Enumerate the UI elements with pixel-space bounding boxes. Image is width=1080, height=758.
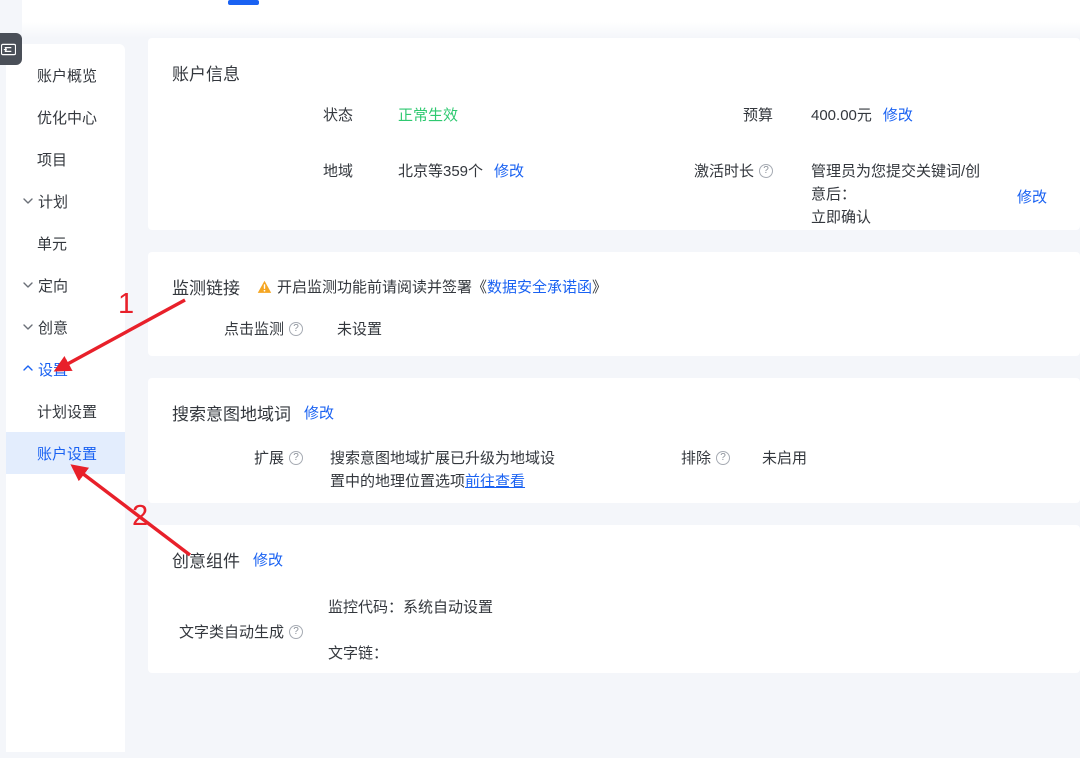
sidebar-item-9[interactable]: 账户设置	[6, 432, 125, 474]
sidebar-item-label: 项目	[37, 151, 68, 169]
main-content: 账户信息 状态 正常生效 预算 400.00元 修改 地域 北京等359个 修改	[125, 38, 1080, 758]
monitor-warning: 开启监测功能前请阅读并签署《 数据安全承诺函》	[257, 276, 607, 297]
sidebar-item-1[interactable]: 优化中心	[6, 96, 125, 138]
text-link-text: 文字链：	[328, 645, 389, 662]
card-creative-component: 创意组件 修改 文字类自动生成 ? 监控代码：系统自动设置 文字链：	[148, 525, 1080, 673]
monitor-title: 监测链接	[172, 279, 240, 298]
sidebar-item-2[interactable]: 项目	[6, 138, 125, 180]
sidebar-item-3[interactable]: 计划	[6, 180, 125, 222]
click-monitor-label-wrap: 点击监测 ?	[148, 318, 303, 339]
status-value: 正常生效	[398, 107, 459, 124]
expand-value-line2-wrap: 置中的地理位置选项前往查看	[330, 470, 615, 493]
monitor-title-row: 监测链接 开启监测功能前请阅读并签署《 数据安全承诺函》	[148, 252, 1080, 299]
expand-label: 扩展	[253, 450, 284, 467]
sidebar-collapse-glyph	[1, 43, 16, 55]
help-icon[interactable]: ?	[759, 163, 773, 178]
warning-icon	[257, 280, 272, 294]
chevron-down-icon[interactable]	[20, 319, 36, 335]
row-auto-text: 文字类自动生成 ? 监控代码：系统自动设置 文字链：	[148, 596, 1080, 665]
row-expand-exclude: 扩展 ? 搜索意图地域扩展已升级为地域设 置中的地理位置选项前往查看 排除 ? …	[148, 447, 1080, 493]
data-security-letter-link[interactable]: 数据安全承诺函	[487, 276, 592, 297]
creative-title: 创意组件	[172, 552, 240, 571]
status-label: 状态	[322, 107, 353, 124]
activation-value-line2: 立即确认	[811, 209, 872, 226]
sidebar-item-4[interactable]: 单元	[6, 222, 125, 264]
activation-value-wrap: 管理员为您提交关键词/创意后： 立即确认 修改	[811, 160, 1047, 229]
help-icon[interactable]: ?	[289, 624, 303, 639]
activation-value-line1: 管理员为您提交关键词/创意后：	[811, 163, 981, 203]
exclude-label-wrap: 排除 ?	[615, 447, 730, 468]
account-info-title-row: 账户信息	[148, 38, 1080, 85]
sidebar-item-label: 定向	[38, 277, 69, 295]
bottom-strip	[0, 752, 1080, 758]
sidebar-item-label: 优化中心	[37, 109, 98, 127]
exclude-label: 排除	[680, 450, 711, 467]
exclude-value: 未启用	[762, 450, 808, 467]
auto-text-label-wrap: 文字类自动生成 ?	[148, 596, 303, 642]
chevron-down-icon[interactable]	[20, 193, 36, 209]
auto-text-label: 文字类自动生成	[178, 624, 284, 641]
budget-label: 预算	[742, 107, 773, 124]
budget-value: 400.00元	[811, 107, 872, 124]
sidebar-item-label: 设置	[38, 361, 69, 379]
chevron-up-icon[interactable]	[20, 361, 36, 377]
go-view-link[interactable]: 前往查看	[465, 473, 525, 490]
page-title: 账户信息	[172, 65, 240, 84]
monitor-warning-suffix: 》	[592, 279, 608, 296]
app-root: 账户概览优化中心项目计划单元定向创意设置计划设置账户设置 账户信息 状态 正常生…	[0, 0, 1080, 758]
sidebar-item-label: 账户概览	[37, 67, 98, 85]
sidebar-item-8[interactable]: 计划设置	[6, 390, 125, 432]
help-icon[interactable]: ?	[716, 450, 730, 465]
sidebar-item-label: 创意	[38, 319, 69, 337]
monitor-warning-prefix: 开启监测功能前请阅读并签署《	[277, 279, 488, 296]
card-monitor-link: 监测链接 开启监测功能前请阅读并签署《 数据安全承诺函》 点击监测 ? 未设置	[148, 252, 1080, 356]
sidebar-item-7[interactable]: 设置	[6, 348, 125, 390]
expand-value-line2: 置中的地理位置选项	[330, 473, 466, 490]
sidebar-item-label: 单元	[37, 235, 68, 253]
budget-value-wrap: 400.00元 修改	[811, 104, 913, 127]
card-account-info: 账户信息 状态 正常生效 预算 400.00元 修改 地域 北京等359个 修改	[148, 38, 1080, 230]
help-icon[interactable]: ?	[289, 450, 303, 465]
search-intent-title: 搜索意图地域词	[172, 405, 291, 424]
region-edit-link[interactable]: 修改	[494, 160, 524, 181]
sidebar-item-5[interactable]: 定向	[6, 264, 125, 306]
sidebar-item-label: 计划设置	[37, 403, 98, 421]
creative-edit-link[interactable]: 修改	[253, 549, 283, 570]
sidebar-item-label: 计划	[38, 193, 69, 211]
row-click-monitor: 点击监测 ? 未设置	[148, 318, 1080, 341]
row-status-budget: 状态 正常生效 预算 400.00元 修改	[148, 104, 1080, 127]
creative-title-row: 创意组件 修改	[148, 525, 1080, 572]
monitor-code-text: 监控代码：系统自动设置	[328, 599, 494, 616]
top-bar	[0, 0, 1080, 22]
card-search-intent: 搜索意图地域词 修改 扩展 ? 搜索意图地域扩展已升级为地域设 置中的地理位置选…	[148, 378, 1080, 503]
sidebar: 账户概览优化中心项目计划单元定向创意设置计划设置账户设置	[6, 44, 125, 752]
activation-label-wrap: 激活时长 ?	[668, 160, 773, 181]
warning-triangle-glyph	[257, 280, 272, 293]
region-value-wrap: 北京等359个 修改	[398, 160, 668, 183]
region-label: 地域	[322, 163, 353, 180]
expand-value: 搜索意图地域扩展已升级为地域设 置中的地理位置选项前往查看	[330, 447, 615, 493]
search-intent-title-row: 搜索意图地域词 修改	[148, 378, 1080, 425]
active-tab-indicator[interactable]	[228, 0, 259, 5]
sidebar-item-6[interactable]: 创意	[6, 306, 125, 348]
top-bar-left-gap	[0, 0, 22, 22]
row-region-activation: 地域 北京等359个 修改 激活时长 ? 管理员为您提交关键词/创意后： 立即确…	[148, 160, 1080, 229]
sidebar-collapse-icon[interactable]	[0, 33, 22, 65]
expand-label-wrap: 扩展 ?	[148, 447, 303, 468]
top-bar-fade	[22, 22, 1080, 38]
auto-text-values: 监控代码：系统自动设置 文字链：	[328, 596, 493, 665]
chevron-down-icon[interactable]	[20, 277, 36, 293]
budget-edit-link[interactable]: 修改	[883, 104, 913, 125]
search-intent-edit-link[interactable]: 修改	[304, 402, 334, 423]
help-icon[interactable]: ?	[289, 321, 303, 336]
click-monitor-label: 点击监测	[223, 321, 284, 338]
click-monitor-value: 未设置	[337, 321, 383, 338]
region-value: 北京等359个	[398, 163, 484, 180]
sidebar-item-0[interactable]: 账户概览	[6, 54, 125, 96]
activation-value: 管理员为您提交关键词/创意后： 立即确认	[811, 160, 991, 229]
sidebar-item-label: 账户设置	[37, 445, 98, 463]
expand-value-line1: 搜索意图地域扩展已升级为地域设	[330, 450, 556, 467]
activation-edit-link[interactable]: 修改	[1017, 186, 1047, 207]
activation-label: 激活时长	[693, 163, 754, 180]
